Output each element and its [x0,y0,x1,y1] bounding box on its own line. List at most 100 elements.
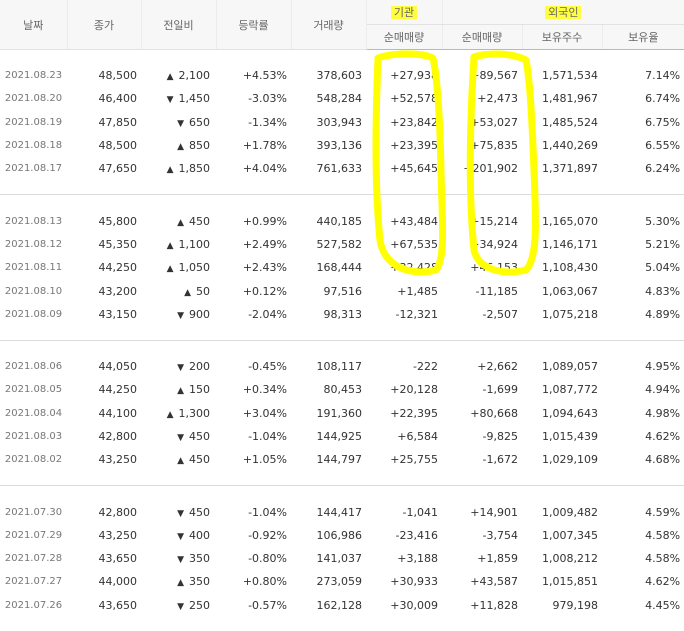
holdings-cell: 1,165,070 [542,214,598,228]
inst-net-cell: +1,485 [397,284,438,298]
rate-cell: +4.04% [242,162,287,176]
header-holdings: 보유주수 [522,24,603,50]
ratio-cell: 7.14% [645,69,681,83]
close-cell: 44,000 [98,575,138,589]
ratio-cell: 5.04% [645,261,681,275]
holdings-cell: 1,089,057 [542,360,598,374]
volume-cell: 144,797 [316,453,363,467]
table-row: 2021.07.28 43,650 ▼ 350 -0.80% 141,037 +3,188 +… [0,547,684,570]
change-value: 450 [189,505,210,519]
change-cell: ▲ 350 [141,570,216,593]
table-body: 2021.08.23 48,500 ▲ 2,100 +4.53% 378,603 +27,9… [0,50,684,631]
change-cell: ▲ 2,100 [141,64,216,87]
volume-cell: 141,037 [316,552,363,566]
date-cell: 2021.08.05 [4,384,63,396]
volume-cell: 527,582 [316,237,363,251]
spacer [0,195,684,209]
rate-cell: +4.53% [242,69,287,83]
volume-cell: 168,444 [316,261,363,275]
arrow-down-icon: ▼ [177,310,184,321]
date-cell: 2021.08.11 [4,262,63,274]
ratio-cell: 6.24% [645,162,681,176]
ratio-cell: 4.62% [645,575,681,589]
group-spacer [0,180,684,195]
table-row: 2021.08.12 45,350 ▲ 1,100 +2.49% 527,582 +67,5… [0,233,684,256]
foreign-net-cell: +15,214 [470,214,518,228]
arrow-up-icon: ▲ [177,386,184,397]
ratio-cell: 4.83% [645,284,681,298]
holdings-cell: 1,015,851 [542,575,598,589]
group-spacer [0,486,684,500]
group-spacer [0,471,684,486]
change-cell: ▲ 150 [141,378,216,401]
close-cell: 43,650 [98,598,138,612]
foreign-net-cell: +80,668 [470,406,518,420]
change-value: 850 [189,139,210,153]
ratio-cell: 4.59% [645,505,681,519]
change-value: 1,850 [178,162,211,176]
change-cell: ▼ 1,450 [141,87,216,110]
arrow-up-icon: ▲ [166,264,174,275]
close-cell: 43,200 [98,284,138,298]
arrow-down-icon: ▼ [177,555,184,566]
header-institution-label: 기관 [390,6,418,19]
foreign-net-cell: +46,153 [470,261,518,275]
foreign-net-cell: +11,828 [470,598,518,612]
date-cell: 2021.08.20 [4,93,63,105]
change-cell: ▼ 350 [141,547,216,570]
foreign-net-cell: +14,901 [470,505,518,519]
volume-cell: 303,943 [316,115,363,129]
inst-net-cell: +22,395 [390,406,438,420]
ratio-cell: 4.58% [645,552,681,566]
ratio-cell: 5.30% [645,214,681,228]
header-inst-net: 순매매량 [366,24,443,50]
arrow-down-icon: ▼ [177,531,184,542]
inst-net-cell: +27,938 [390,69,438,83]
volume-cell: 98,313 [323,307,363,321]
foreign-net-cell: +43,587 [470,575,518,589]
change-value: 900 [189,307,210,321]
inst-net-cell: +67,535 [390,237,438,251]
change-value: 450 [189,214,210,228]
foreign-net-cell: +89,567 [470,69,518,83]
close-cell: 43,250 [98,453,138,467]
arrow-up-icon: ▲ [184,287,191,298]
rate-cell: -0.45% [248,360,287,374]
volume-cell: 378,603 [316,69,363,83]
volume-cell: 761,633 [316,162,363,176]
change-cell: ▲ 1,850 [141,157,216,180]
foreign-net-cell: +53,027 [470,115,518,129]
inst-net-cell: -1,041 [402,505,438,519]
arrow-up-icon: ▲ [166,72,174,83]
header-foreign: 외국인 [442,0,684,25]
arrow-up-icon: ▲ [177,578,184,589]
ratio-cell: 5.21% [645,237,681,251]
arrow-up-icon: ▲ [177,142,184,153]
inst-net-cell: +6,584 [397,430,438,443]
header-institution: 기관 [366,0,443,25]
table-row: 2021.08.05 44,250 ▲ 150 +0.34% 80,453 +20,128 -… [0,378,684,401]
rate-cell: +3.04% [242,406,287,420]
volume-cell: 548,284 [316,92,363,106]
arrow-up-icon: ▲ [166,165,174,176]
foreign-net-cell: +201,902 [463,162,518,176]
holdings-cell: 1,015,439 [542,430,598,443]
header-holding-ratio: 보유율 [602,24,684,50]
change-value: 50 [196,284,210,298]
header-date: 날짜 [0,0,68,50]
close-cell: 43,150 [98,307,138,321]
close-cell: 42,800 [98,430,138,443]
rate-cell: -1.34% [248,115,287,129]
holdings-cell: 1,146,171 [542,237,598,251]
inst-net-cell: +3,188 [397,552,438,566]
date-cell: 2021.08.18 [4,140,63,152]
inst-net-cell: -23,416 [395,528,438,542]
foreign-net-cell: +1,859 [477,552,518,566]
inst-net-cell: +23,842 [390,115,438,129]
volume-cell: 80,453 [323,383,363,397]
table-row: 2021.08.02 43,250 ▲ 450 +1.05% 144,797 +25,755… [0,448,684,471]
close-cell: 44,250 [98,261,138,275]
change-value: 200 [189,360,210,374]
holdings-cell: 979,198 [552,598,599,612]
arrow-up-icon: ▲ [177,456,184,467]
